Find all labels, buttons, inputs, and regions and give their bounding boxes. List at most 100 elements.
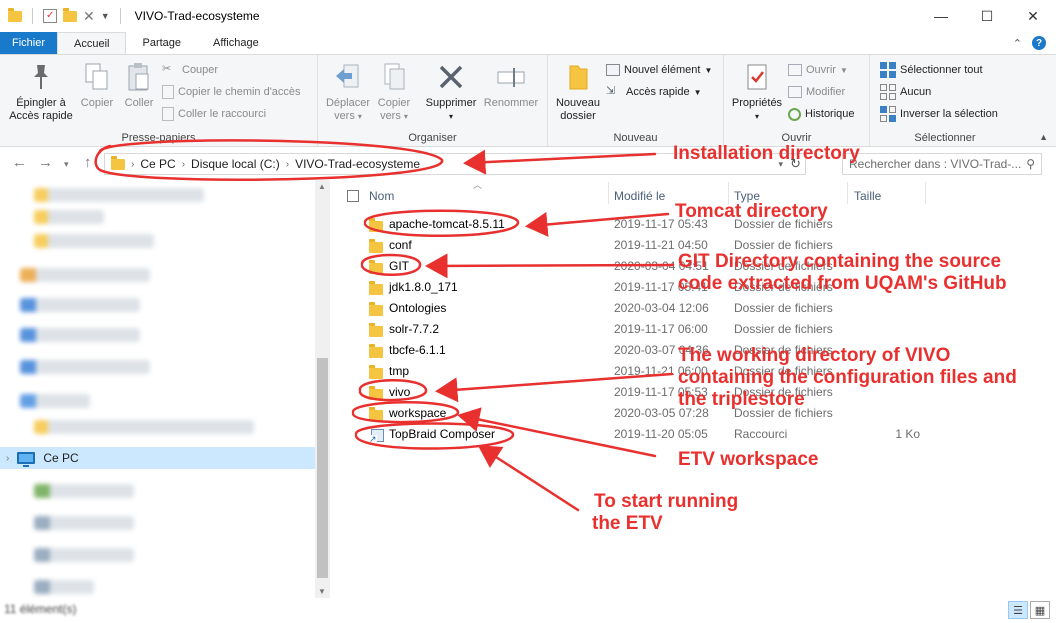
nav-item-blurred[interactable]	[34, 188, 204, 202]
tab-share[interactable]: Partage	[126, 32, 197, 54]
nav-item-blurred[interactable]	[34, 580, 94, 594]
file-name: apache-tomcat-8.5.11	[389, 217, 505, 231]
paste-button[interactable]: Coller	[118, 61, 160, 110]
delete-icon[interactable]: ✕	[83, 8, 95, 25]
cut-button[interactable]: ✂ Couper	[162, 61, 218, 79]
select-all-button[interactable]: Sélectionner tout	[880, 61, 983, 79]
edit-button[interactable]: Modifier	[788, 83, 845, 101]
minimize-button[interactable]: —	[918, 0, 964, 32]
file-name: jdk1.8.0_171	[389, 280, 458, 294]
column-divider[interactable]	[847, 182, 848, 204]
back-arrow-icon[interactable]: ←	[12, 154, 27, 171]
chevron-down-icon[interactable]: ▼	[101, 11, 110, 21]
table-row[interactable]: TopBraid Composer 2019-11-20 05:05 Raccour…	[331, 423, 1051, 444]
annotation-vivo-3: the triplestore	[678, 389, 805, 410]
new-folder-label: dossier	[560, 110, 596, 122]
properties-button[interactable]: Propriétés ▾	[726, 61, 788, 123]
paste-icon	[123, 61, 155, 93]
quick-access-toolbar: ✓ ✕ ▼ VIVO-Trad-ecosysteme	[0, 7, 260, 25]
copy-button[interactable]: Copier	[76, 61, 118, 110]
tab-home[interactable]: Accueil	[57, 32, 127, 54]
scroll-up-icon[interactable]: ▲	[318, 182, 326, 191]
select-none-button[interactable]: Aucun	[880, 83, 931, 101]
forward-arrow-icon[interactable]: →	[38, 154, 53, 171]
delete-button[interactable]: Supprimer ▾	[420, 61, 482, 123]
chevron-right-icon[interactable]: ›	[182, 159, 185, 170]
new-folder-button[interactable]: Nouveau dossier	[550, 61, 606, 123]
rename-button[interactable]: Renommer	[480, 61, 542, 110]
chevron-right-icon[interactable]: ›	[286, 159, 289, 170]
paste-shortcut-button[interactable]: Coller le raccourci	[162, 105, 266, 123]
group-organize: Déplacer vers ▾ Copier vers ▾ Supprimer …	[318, 55, 548, 146]
new-item-button[interactable]: Nouvel élément ▼	[606, 61, 712, 79]
maximize-button[interactable]: ☐	[964, 0, 1010, 32]
recent-chevron-icon[interactable]: ▾	[64, 159, 69, 170]
easy-access-button[interactable]: ⇲ Accès rapide ▼	[606, 83, 702, 101]
copy-path-button[interactable]: Copier le chemin d'accès	[162, 83, 301, 101]
table-row[interactable]: Ontologies 2020-03-04 12:06 Dossier de fic…	[331, 297, 1051, 318]
column-name[interactable]: Nom	[369, 186, 394, 206]
chevron-down-icon: ▼	[693, 87, 702, 97]
details-view-icon[interactable]: ☰	[1008, 601, 1028, 619]
column-modified[interactable]: Modifié le	[614, 186, 665, 206]
nav-item-blurred[interactable]	[20, 394, 90, 408]
tab-view[interactable]: Affichage	[197, 32, 275, 54]
copy-to-label: vers	[380, 110, 401, 122]
breadcrumb-this-pc[interactable]: Ce PC	[140, 157, 175, 171]
address-row: ← → ▾ ↑ › Ce PC › Disque local (C:) › VI…	[0, 148, 1056, 180]
column-size[interactable]: Taille	[854, 186, 881, 206]
chevron-up-icon[interactable]: ⌃	[1013, 37, 1022, 50]
close-button[interactable]: ✕	[1010, 0, 1056, 32]
column-divider[interactable]	[608, 182, 609, 204]
chevron-right-icon[interactable]: ›	[131, 159, 134, 170]
nav-item-blurred[interactable]	[34, 234, 154, 248]
nav-item-blurred[interactable]	[34, 484, 134, 498]
nav-item-blurred[interactable]	[34, 516, 134, 530]
file-name: conf	[389, 238, 412, 252]
open-label: Ouvrir	[806, 64, 836, 76]
nav-item-blurred[interactable]	[34, 548, 134, 562]
invert-selection-icon	[880, 106, 896, 122]
nav-item-blurred[interactable]	[20, 328, 140, 342]
nav-item-blurred[interactable]	[34, 420, 254, 434]
large-icons-view-icon[interactable]: ▦	[1030, 601, 1050, 619]
file-type: Dossier de fichiers	[734, 322, 833, 336]
invert-selection-button[interactable]: Inverser la sélection	[880, 105, 998, 123]
folder-icon	[369, 386, 383, 400]
file-modified: 2020-03-04 12:06	[614, 301, 709, 315]
chevron-right-icon[interactable]: ›	[6, 453, 9, 464]
breadcrumb-current-folder[interactable]: VIVO-Trad-ecosysteme	[295, 157, 420, 171]
nav-item-blurred[interactable]	[20, 268, 150, 282]
help-icon[interactable]: ?	[1032, 36, 1046, 50]
move-to-button[interactable]: Déplacer vers ▾	[322, 61, 374, 123]
column-divider[interactable]	[925, 182, 926, 204]
ribbon-collapse-icon[interactable]: ▲	[1039, 132, 1048, 142]
table-row[interactable]: solr-7.7.2 2019-11-17 06:00 Dossier de fic…	[331, 318, 1051, 339]
pin-to-quick-access-button[interactable]: Épingler à Accès rapide	[4, 61, 78, 123]
search-input[interactable]: Rechercher dans : VIVO-Trad-... ⚲	[842, 153, 1042, 175]
select-all-checkbox[interactable]	[347, 186, 359, 206]
copy-to-button[interactable]: Copier vers ▾	[370, 61, 418, 123]
nav-item-this-pc[interactable]: › Ce PC	[0, 447, 315, 469]
folder-icon	[369, 365, 383, 379]
group-new: Nouveau dossier Nouvel élément ▼ ⇲ Accès r…	[548, 55, 724, 146]
nav-item-blurred[interactable]	[20, 298, 140, 312]
properties-icon[interactable]: ✓	[43, 9, 57, 23]
new-folder-icon[interactable]	[63, 7, 77, 22]
open-button[interactable]: Ouvrir ▼	[788, 61, 848, 79]
breadcrumb-local-disk[interactable]: Disque local (C:)	[191, 157, 280, 171]
nav-scrollbar[interactable]: ▲ ▼	[315, 180, 330, 598]
group-label: Sélectionner	[914, 132, 976, 144]
nav-item-blurred[interactable]	[20, 360, 150, 374]
file-name: tmp	[389, 364, 410, 378]
tab-file[interactable]: Fichier	[0, 32, 58, 54]
ribbon: Épingler à Accès rapide Copier Coller ✂ C…	[0, 54, 1056, 147]
scroll-down-icon[interactable]: ▼	[318, 587, 326, 596]
checkbox-icon[interactable]	[347, 190, 359, 202]
scrollbar-thumb[interactable]	[317, 358, 328, 578]
properties-label: Propriétés	[731, 97, 783, 109]
up-arrow-icon[interactable]: ↑	[84, 154, 92, 171]
nav-item-blurred[interactable]	[34, 210, 104, 224]
chevron-down-icon: ▾	[403, 112, 408, 121]
history-button[interactable]: Historique	[788, 105, 855, 123]
